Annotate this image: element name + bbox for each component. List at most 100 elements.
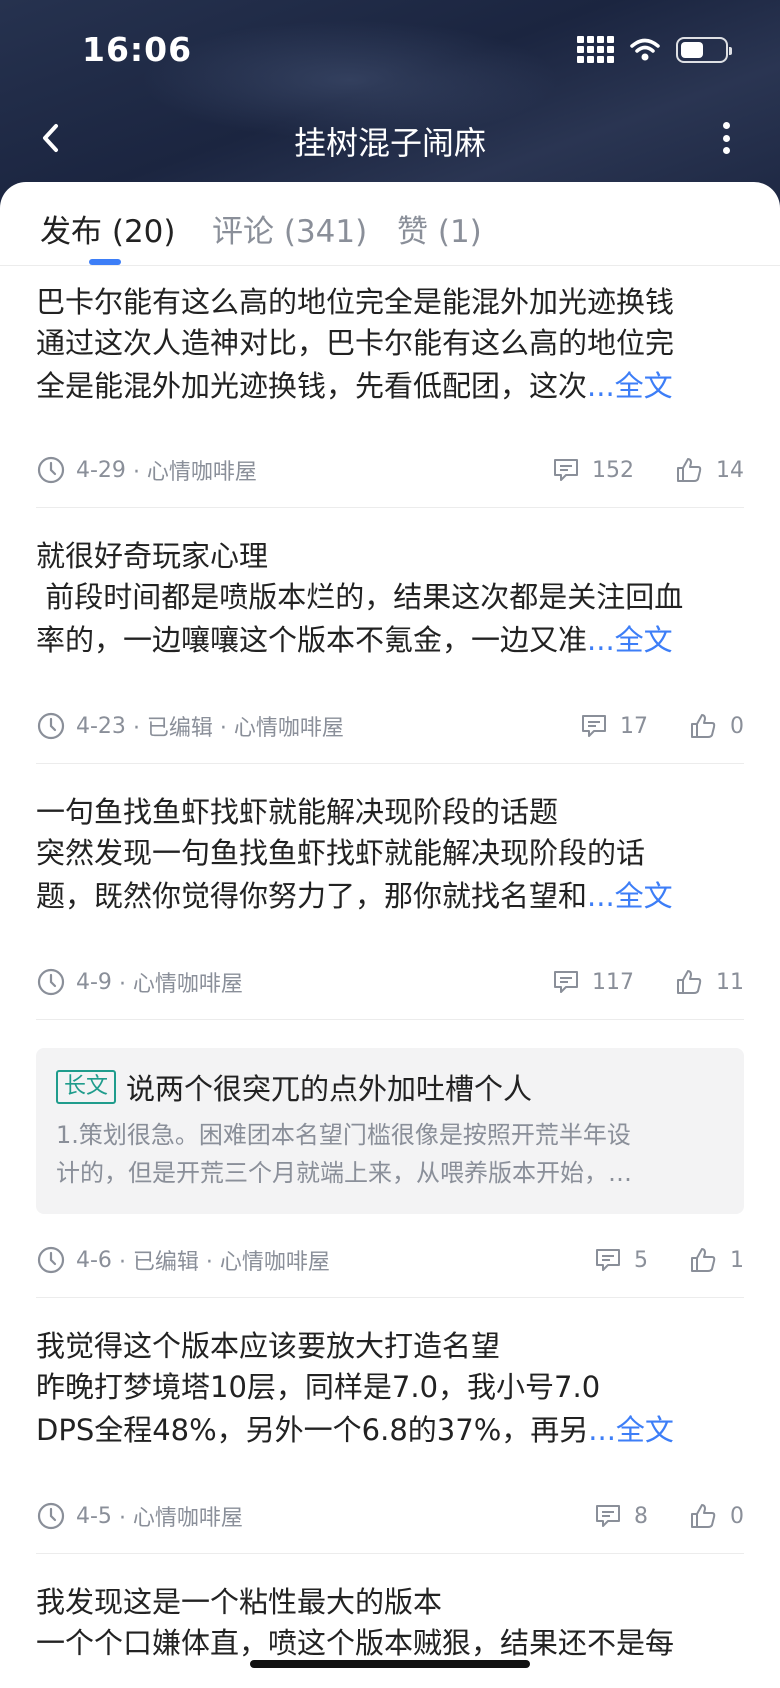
wifi-icon — [630, 38, 660, 60]
home-indicator — [250, 1660, 530, 1668]
comment-count-button[interactable]: 152 — [552, 456, 634, 484]
post-title: 说两个很突兀的点外加吐槽个人 — [126, 1072, 533, 1106]
post-title: 我发现这是一个粘性最大的版本 — [36, 1585, 443, 1619]
comment-icon — [554, 459, 578, 481]
like-button[interactable]: 0 — [688, 1501, 744, 1531]
post-item[interactable]: 就很好奇玩家心理 前段时间都是喷版本烂的，结果这次都是关注回血 率的，一边嚷嚷这… — [36, 536, 744, 662]
dot-icon — [722, 147, 730, 154]
post-title: 我觉得这个版本应该要放大打造名望 — [36, 1329, 501, 1363]
like-count: 0 — [730, 713, 744, 739]
post-meta: 4-5 · 心情咖啡屋 8 0 — [36, 1498, 744, 1534]
post-source: · 心情咖啡屋 — [118, 972, 243, 997]
battery-icon — [676, 36, 732, 63]
post-source: · 已编辑 · 心情咖啡屋 — [132, 716, 344, 741]
divider — [36, 507, 744, 508]
post-body-line: 昨晚打梦境塔10层，同样是7.0，我小号7.0 — [36, 1370, 601, 1404]
clock-icon — [37, 1502, 65, 1530]
like-button[interactable]: 1 — [688, 1245, 744, 1275]
page-title: 挂树混子闹麻 — [293, 124, 486, 162]
post-body-line: 1.策划很急。困难团本名望门槛很像是按照开荒半年设 — [56, 1121, 631, 1149]
status-time: 16:06 — [82, 30, 193, 69]
post-body-line: 题，既然你觉得你努力了，那你就找名望和...全文 — [36, 879, 673, 913]
comment-count-button[interactable]: 17 — [580, 712, 648, 740]
like-count: 1 — [730, 1247, 744, 1273]
post-meta: 4-6 · 已编辑 · 心情咖啡屋 5 1 — [36, 1242, 744, 1278]
long-article-card[interactable]: 长文 说两个很突兀的点外加吐槽个人 1.策划很急。困难团本名望门槛很像是按照开荒… — [36, 1048, 744, 1214]
post-body-line: 全是能混外加光迹换钱，先看低配团，这次...全文 — [36, 369, 673, 403]
comment-count: 17 — [620, 713, 648, 739]
divider — [36, 763, 744, 764]
post-meta: 4-29 · 心情咖啡屋 152 14 — [36, 452, 744, 488]
clock-icon — [37, 1246, 65, 1274]
comment-count: 8 — [634, 1503, 648, 1529]
read-more-link[interactable]: ...全文 — [587, 879, 673, 913]
post-item[interactable]: 我觉得这个版本应该要放大打造名望 昨晚打梦境塔10层，同样是7.0，我小号7.0… — [36, 1326, 744, 1452]
clock-icon — [37, 968, 65, 996]
tab-posts[interactable]: 发布 (20) — [40, 206, 176, 251]
post-date: 4-29 — [76, 457, 126, 483]
active-tab-indicator — [89, 259, 121, 265]
post-title: 就很好奇玩家心理 — [36, 539, 269, 573]
post-date: 4-23 — [76, 713, 126, 739]
read-more-link[interactable]: ...全文 — [588, 1413, 674, 1447]
divider — [36, 1019, 744, 1020]
thumbs-up-icon — [677, 970, 702, 994]
post-date: 4-5 — [76, 1503, 112, 1529]
post-source: · 已编辑 · 心情咖啡屋 — [118, 1250, 330, 1275]
post-date: 4-6 — [76, 1247, 112, 1273]
comment-count-button[interactable]: 8 — [594, 1502, 648, 1530]
more-options-button[interactable] — [716, 118, 736, 158]
comment-count-button[interactable]: 5 — [594, 1246, 648, 1274]
like-count: 11 — [716, 969, 744, 995]
comment-count: 5 — [634, 1247, 648, 1273]
comment-count: 152 — [592, 457, 634, 483]
clock-icon — [37, 456, 65, 484]
post-item[interactable]: 巴卡尔能有这么高的地位完全是能混外加光迹换钱 通过这次人造神对比，巴卡尔能有这么… — [36, 282, 744, 408]
dot-icon — [722, 122, 730, 129]
thumbs-up-icon — [691, 714, 716, 738]
thumbs-up-icon — [691, 1248, 716, 1272]
like-button[interactable]: 14 — [674, 455, 744, 485]
read-more-link[interactable]: ...全文 — [587, 623, 673, 657]
post-body-line: 前段时间都是喷版本烂的，结果这次都是关注回血 — [36, 580, 684, 614]
cellular-signal-icon — [577, 36, 614, 63]
post-meta: 4-9 · 心情咖啡屋 117 11 — [36, 964, 744, 1000]
content-sheet: 发布 (20) 评论 (341) 赞 (1) 巴卡尔能有这么高的地位完全是能混外… — [0, 182, 780, 1688]
like-button[interactable]: 11 — [674, 967, 744, 997]
post-body-line: 率的，一边嚷嚷这个版本不氪金，一边又准...全文 — [36, 623, 673, 657]
read-more-link[interactable]: ...全文 — [587, 369, 673, 403]
like-count: 14 — [716, 457, 744, 483]
tab-likes[interactable]: 赞 (1) — [397, 206, 482, 251]
post-body-line: 计的，但是开荒三个月就端上来，从喂养版本开始，… — [56, 1159, 632, 1187]
status-icons — [577, 36, 732, 63]
post-source: · 心情咖啡屋 — [132, 460, 257, 485]
thumbs-up-icon — [677, 458, 702, 482]
post-body-line: 突然发现一句鱼找鱼虾找虾就能解决现阶段的话 — [36, 836, 646, 870]
comment-icon — [554, 971, 578, 993]
tab-comments[interactable]: 评论 (341) — [212, 206, 367, 251]
post-item[interactable]: 一句鱼找鱼虾找虾就能解决现阶段的话题 突然发现一句鱼找鱼虾找虾就能解决现阶段的话… — [36, 792, 744, 918]
comment-icon — [596, 1505, 620, 1527]
post-item[interactable]: 我发现这是一个粘性最大的版本 一个个口嫌体直，喷这个版本贼狠，结果还不是每 — [36, 1582, 744, 1665]
clock-icon — [37, 712, 65, 740]
dot-icon — [722, 134, 730, 142]
like-count: 0 — [730, 1503, 744, 1529]
post-title: 一句鱼找鱼虾找虾就能解决现阶段的话题 — [36, 795, 559, 829]
post-body-line: 一个个口嫌体直，喷这个版本贼狠，结果还不是每 — [36, 1626, 675, 1660]
comment-icon — [596, 1249, 620, 1271]
thumbs-up-icon — [691, 1504, 716, 1528]
post-body-line: DPS全程48%，另外一个6.8的37%，再另...全文 — [36, 1413, 674, 1447]
tab-bar: 发布 (20) 评论 (341) 赞 (1) — [0, 182, 780, 266]
post-source: · 心情咖啡屋 — [118, 1506, 243, 1531]
comment-count: 117 — [592, 969, 634, 995]
comment-icon — [582, 715, 606, 737]
long-article-badge: 长文 — [56, 1070, 117, 1104]
divider — [36, 1297, 744, 1298]
post-body-line: 通过这次人造神对比，巴卡尔能有这么高的地位完 — [36, 326, 675, 360]
post-meta: 4-23 · 已编辑 · 心情咖啡屋 17 0 — [36, 708, 744, 744]
comment-count-button[interactable]: 117 — [552, 968, 634, 996]
post-title: 巴卡尔能有这么高的地位完全是能混外加光迹换钱 — [36, 285, 675, 319]
post-date: 4-9 — [76, 969, 112, 995]
like-button[interactable]: 0 — [688, 711, 744, 741]
divider — [36, 1553, 744, 1554]
